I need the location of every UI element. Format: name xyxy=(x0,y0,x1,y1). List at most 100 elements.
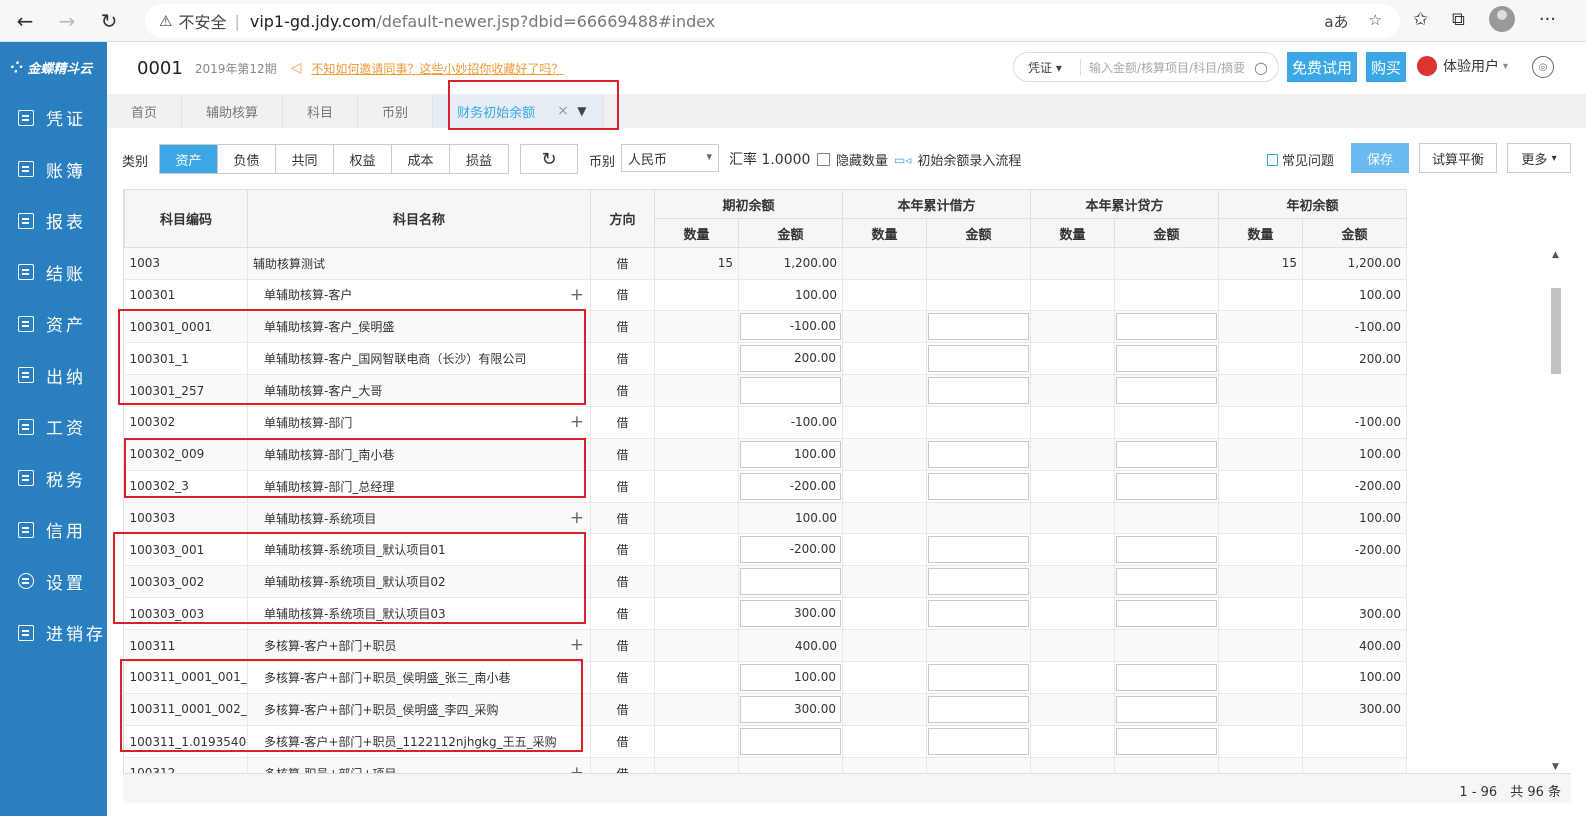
amount-input[interactable] xyxy=(928,727,1030,755)
sidebar-item-10[interactable]: 进销存 xyxy=(0,607,107,659)
year-opening-amount-cell xyxy=(1302,757,1408,773)
amount-input[interactable] xyxy=(1116,536,1218,564)
amount-input[interactable] xyxy=(1116,472,1218,500)
amount-input[interactable]: 200.00 xyxy=(740,345,842,373)
amount-input[interactable]: 100.00 xyxy=(740,440,842,468)
amount-input[interactable] xyxy=(1116,377,1218,405)
category-button[interactable]: 资产 xyxy=(160,145,218,173)
settings-icon[interactable]: ◎ xyxy=(1532,56,1554,78)
read-aloud-icon[interactable]: aあ xyxy=(1324,11,1348,32)
back-icon[interactable]: ← xyxy=(8,4,42,38)
scroll-thumb[interactable] xyxy=(1551,288,1561,374)
category-button[interactable]: 权益 xyxy=(334,145,392,173)
sidebar-item-4[interactable]: 资产 xyxy=(0,298,107,350)
tab-1[interactable]: 辅助核算 xyxy=(182,94,284,128)
sidebar-item-7[interactable]: 税务 xyxy=(0,453,107,505)
expand-plus-icon[interactable]: + xyxy=(570,763,584,773)
amount-input[interactable] xyxy=(1116,345,1218,373)
amount-input[interactable] xyxy=(1116,313,1218,341)
trial-balance-button[interactable]: 试算平衡 xyxy=(1419,143,1497,173)
amount-input[interactable]: 100.00 xyxy=(740,663,842,691)
table-row[interactable]: 100312多核算-职员+部门+项目+借 xyxy=(124,757,1408,773)
profile-icon[interactable] xyxy=(1488,6,1515,32)
user-menu[interactable]: 体验用户 ▾ xyxy=(1417,56,1508,76)
amount-input[interactable] xyxy=(1116,600,1218,628)
collections-icon[interactable]: ⧉ xyxy=(1452,9,1465,30)
category-button[interactable]: 共同 xyxy=(276,145,334,173)
amount-input[interactable] xyxy=(928,600,1030,628)
hide-quantity-toggle[interactable]: 隐藏数量 ▭◃ 初始余额录入流程 xyxy=(817,150,1021,169)
table-row[interactable]: 100302 单辅助核算-部门 + 借 -100.00 -100.00 xyxy=(124,406,1408,439)
amount-input[interactable] xyxy=(928,440,1030,468)
amount-input[interactable]: -200.00 xyxy=(740,472,842,500)
faq-link[interactable]: 常见问题 xyxy=(1267,150,1334,169)
sidebar-item-8[interactable]: 信用 xyxy=(0,504,107,556)
favorite-add-icon[interactable]: ☆ xyxy=(1369,11,1382,32)
amount-input[interactable]: -200.00 xyxy=(740,536,842,564)
amount-input[interactable] xyxy=(928,568,1030,596)
app-logo[interactable]: ⁘ 金蝶精斗云 xyxy=(0,42,107,92)
sidebar-item-3[interactable]: 结账 xyxy=(0,247,107,299)
expand-plus-icon[interactable]: + xyxy=(570,508,584,528)
sidebar-item-2[interactable]: 报表 xyxy=(0,195,107,247)
table-row[interactable]: 100311 多核算-客户+部门+职员 + 借 400.00 400.00 xyxy=(124,629,1408,662)
amount-input[interactable] xyxy=(1116,663,1218,691)
amount-input[interactable] xyxy=(928,377,1030,405)
category-button[interactable]: 负债 xyxy=(218,145,276,173)
refresh-button[interactable]: ↻ xyxy=(520,144,578,174)
flow-link[interactable]: 初始余额录入流程 xyxy=(917,150,1021,169)
sidebar-item-0[interactable]: 凭证 xyxy=(0,92,107,144)
sidebar-item-1[interactable]: 账簿 xyxy=(0,144,107,196)
notice-link[interactable]: 不知如何邀请同事？这些小妙招你收藏好了吗？ xyxy=(311,60,563,77)
amount-input[interactable] xyxy=(740,568,842,596)
forward-icon[interactable]: → xyxy=(50,4,84,38)
sidebar-item-5[interactable]: 出纳 xyxy=(0,350,107,402)
amount-input[interactable] xyxy=(740,727,842,755)
amount-input[interactable] xyxy=(928,472,1030,500)
reload-icon[interactable]: ↻ xyxy=(92,4,126,38)
sidebar-item-9[interactable]: 设置 xyxy=(0,556,107,608)
search-input[interactable]: 输入金额/核算项目/科目/摘要 xyxy=(1081,59,1254,76)
tab-0[interactable]: 首页 xyxy=(107,94,183,128)
amount-input[interactable] xyxy=(1116,440,1218,468)
menu-icon[interactable]: ··· xyxy=(1539,9,1556,30)
table-scrollbar[interactable]: ▲ ▼ xyxy=(1549,250,1564,772)
favorites-icon[interactable]: ✩ xyxy=(1413,9,1428,30)
save-button[interactable]: 保存 xyxy=(1351,143,1409,173)
amount-input[interactable] xyxy=(1116,568,1218,596)
amount-input[interactable] xyxy=(1116,695,1218,723)
amount-input[interactable]: 300.00 xyxy=(740,695,842,723)
amount-input[interactable]: -100.00 xyxy=(740,313,842,341)
currency-select[interactable]: 人民币 xyxy=(621,144,719,172)
amount-input[interactable] xyxy=(928,695,1030,723)
table-row[interactable]: 100301 单辅助核算-客户 + 借 100.00 100.00 xyxy=(124,279,1408,312)
buy-button[interactable]: 购买 xyxy=(1366,52,1406,82)
address-bar[interactable]: ⚠ 不安全 | vip1-gd.jdy.com /default-newer.j… xyxy=(145,4,1400,38)
category-button[interactable]: 成本 xyxy=(392,145,450,173)
tab-2[interactable]: 科目 xyxy=(283,94,359,128)
search-type-select[interactable]: 凭证 ▾ xyxy=(1014,59,1080,76)
table-row[interactable]: 1003 辅助核算测试借 15 1,200.00 15 1,200.00 xyxy=(124,247,1408,280)
amount-input[interactable] xyxy=(740,377,842,405)
search-icon[interactable]: ○ xyxy=(1254,58,1268,77)
scroll-up-icon[interactable]: ▲ xyxy=(1552,250,1559,260)
amount-input[interactable]: 300.00 xyxy=(740,600,842,628)
amount-input[interactable] xyxy=(1116,727,1218,755)
expand-plus-icon[interactable]: + xyxy=(570,635,584,655)
global-search[interactable]: 凭证 ▾ 输入金额/核算项目/科目/摘要 ○ xyxy=(1013,52,1279,82)
free-trial-button[interactable]: 免费试用 xyxy=(1287,52,1357,82)
amount-input[interactable] xyxy=(928,536,1030,564)
amount-input[interactable] xyxy=(928,313,1030,341)
expand-plus-icon[interactable]: + xyxy=(570,285,584,305)
hide-quantity-checkbox[interactable] xyxy=(817,153,830,166)
account-code[interactable]: 0001 xyxy=(137,58,183,79)
sidebar-item-6[interactable]: 工资 xyxy=(0,401,107,453)
expand-plus-icon[interactable]: + xyxy=(570,412,584,432)
scroll-down-icon[interactable]: ▼ xyxy=(1552,762,1559,772)
category-button[interactable]: 损益 xyxy=(450,145,508,173)
amount-input[interactable] xyxy=(928,663,1030,691)
table-row[interactable]: 100303 单辅助核算-系统项目 + 借 100.00 100.00 xyxy=(124,502,1408,535)
amount-input[interactable] xyxy=(928,345,1030,373)
tab-3[interactable]: 币别 xyxy=(358,94,434,128)
more-button[interactable]: 更多 ▾ xyxy=(1507,143,1571,173)
